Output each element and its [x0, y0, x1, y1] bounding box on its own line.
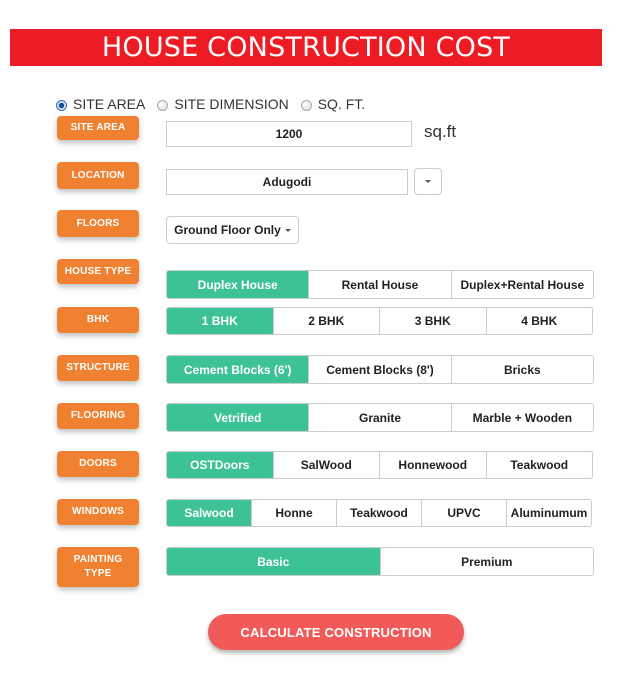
radio-label: SITE DIMENSION	[174, 96, 289, 112]
bhk-option[interactable]: 4 BHK	[485, 308, 593, 334]
windows-option[interactable]: Aluminumum	[506, 500, 591, 526]
painting-option[interactable]: Basic	[167, 548, 380, 575]
bhk-label: BHK	[57, 307, 139, 333]
radio-sq-ft[interactable]: SQ. FT.	[300, 96, 366, 112]
doors-option[interactable]: OSTDoors	[167, 452, 273, 478]
flooring-option[interactable]: Marble + Wooden	[450, 404, 593, 431]
flooring-option[interactable]: Granite	[308, 404, 450, 431]
flooring-segmented: Vetrified Granite Marble + Wooden	[166, 403, 594, 432]
radio-label: SQ. FT.	[317, 96, 366, 112]
windows-label: WINDOWS	[57, 499, 139, 525]
radio-site-area[interactable]: SITE AREA	[56, 96, 145, 112]
bhk-option[interactable]: 2 BHK	[272, 308, 380, 334]
painting-type-label-line2: TYPE	[84, 568, 112, 579]
floors-dropdown[interactable]: Ground Floor Only	[166, 216, 299, 244]
site-area-unit: sq.ft	[424, 122, 457, 141]
doors-option[interactable]: Honnewood	[379, 452, 486, 478]
floors-value: Ground Floor Only	[174, 223, 281, 237]
location-label: LOCATION	[57, 162, 139, 189]
house-type-label: HOUSE TYPE	[57, 259, 139, 284]
structure-option[interactable]: Cement Blocks (8')	[308, 356, 450, 383]
floors-label: FLOORS	[57, 210, 139, 237]
doors-option[interactable]: Teakwood	[485, 452, 593, 478]
caret-down-icon	[425, 180, 431, 183]
painting-type-segmented: Basic Premium	[166, 547, 594, 576]
site-area-label: SITE AREA	[57, 116, 139, 140]
house-type-segmented: Duplex House Rental House Duplex+Rental …	[166, 270, 594, 299]
painting-type-label-line1: PAINTING	[73, 554, 123, 565]
windows-option[interactable]: Honne	[251, 500, 336, 526]
structure-segmented: Cement Blocks (6') Cement Blocks (8') Br…	[166, 355, 594, 384]
windows-option[interactable]: UPVC	[421, 500, 506, 526]
house-type-option[interactable]: Rental House	[308, 271, 450, 298]
radio-site-dimension[interactable]: SITE DIMENSION	[157, 96, 289, 112]
bhk-option[interactable]: 3 BHK	[379, 308, 486, 334]
calculate-construction-button[interactable]: CALCULATE CONSTRUCTION	[208, 614, 464, 650]
mode-radio-group: SITE AREA SITE DIMENSION SQ. FT.	[56, 96, 377, 112]
page-title: HOUSE CONSTRUCTION COST CALCULATOR	[10, 29, 602, 100]
doors-option[interactable]: SalWood	[272, 452, 380, 478]
painting-type-label: PAINTING TYPE	[57, 547, 139, 587]
structure-option[interactable]: Cement Blocks (6')	[167, 356, 309, 383]
radio-checked-icon[interactable]	[56, 99, 67, 111]
painting-option[interactable]: Premium	[379, 548, 594, 575]
bhk-segmented: 1 BHK 2 BHK 3 BHK 4 BHK	[166, 307, 593, 335]
windows-segmented: Salwood Honne Teakwood UPVC Aluminumum	[166, 499, 592, 527]
location-dropdown-button[interactable]	[414, 168, 442, 195]
caret-down-icon	[284, 228, 291, 232]
flooring-option[interactable]: Vetrified	[167, 404, 309, 431]
site-area-input[interactable]: 1200	[166, 121, 412, 147]
structure-option[interactable]: Bricks	[450, 356, 593, 383]
doors-segmented: OSTDoors SalWood Honnewood Teakwood	[166, 451, 593, 479]
bhk-option[interactable]: 1 BHK	[167, 308, 273, 334]
radio-unchecked-icon[interactable]	[300, 99, 312, 111]
house-type-option[interactable]: Duplex+Rental House	[450, 271, 593, 298]
radio-unchecked-icon[interactable]	[157, 99, 169, 111]
radio-label: SITE AREA	[73, 96, 146, 112]
windows-option[interactable]: Salwood	[167, 500, 251, 526]
flooring-label: FLOORING	[57, 403, 139, 429]
house-type-option[interactable]: Duplex House	[167, 271, 309, 298]
windows-option[interactable]: Teakwood	[336, 500, 421, 526]
doors-label: DOORS	[57, 451, 139, 477]
location-input[interactable]: Adugodi	[166, 169, 408, 195]
structure-label: STRUCTURE	[57, 355, 139, 381]
